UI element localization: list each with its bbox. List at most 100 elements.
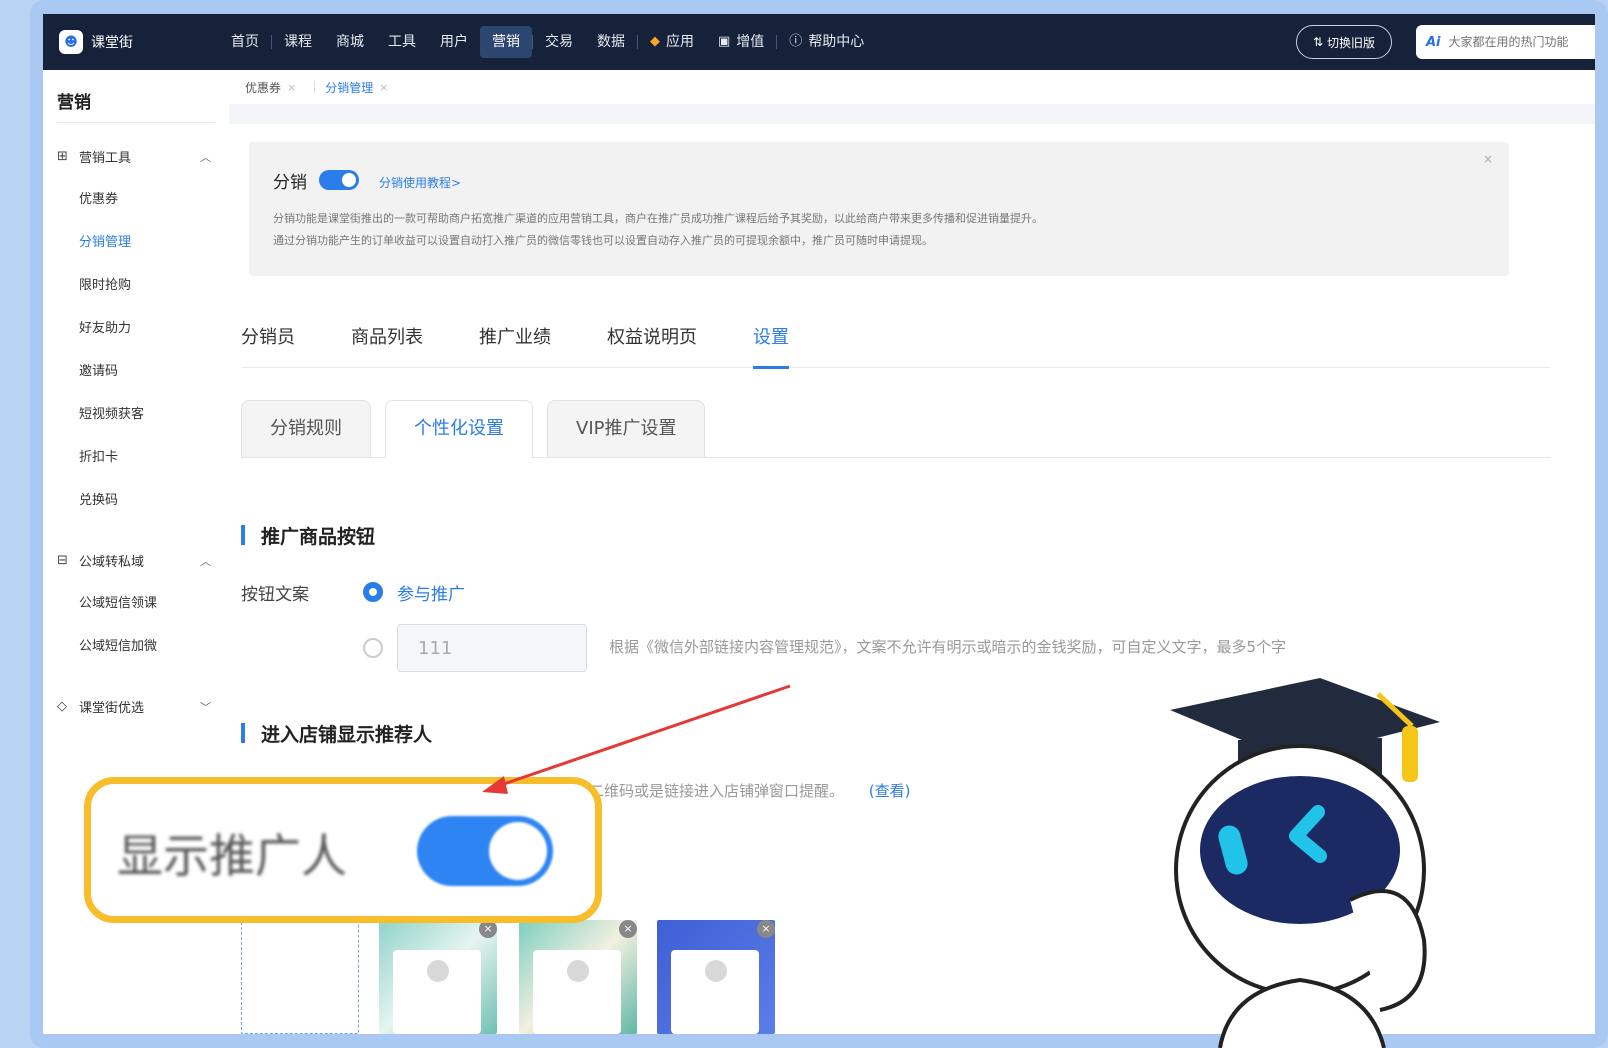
nav-tools[interactable]: 工具 bbox=[376, 26, 428, 58]
mascot-body bbox=[1218, 977, 1386, 1048]
sidebar-group-label: 课堂街优选 bbox=[79, 701, 145, 716]
sidebar-group-selection[interactable]: ◇ 课堂街优选 ﹀ bbox=[43, 685, 229, 728]
nav-help-label: 帮助中心 bbox=[808, 34, 865, 50]
chevron-down-icon: ﹀ bbox=[200, 700, 211, 714]
crumb-label: 优惠券 bbox=[245, 80, 282, 95]
intro-description: 分销功能是课堂街推出的一款可帮助商户拓宽推广渠道的应用营销工具，商户在推广员成功… bbox=[273, 208, 1473, 252]
radio-default-copy[interactable] bbox=[363, 582, 383, 602]
section-title: 进入店铺显示推荐人 bbox=[241, 720, 432, 747]
distribution-toggle[interactable] bbox=[319, 170, 359, 190]
view-link[interactable]: (查看) bbox=[869, 782, 911, 800]
intro-desc-line: 通过分销功能产生的订单收益可以设置自动打入推广员的微信零钱也可以设置自动存入推广… bbox=[273, 234, 933, 247]
nav-home[interactable]: 首页 bbox=[219, 26, 271, 58]
tab-product-list[interactable]: 商品列表 bbox=[351, 320, 423, 368]
switch-old-version-button[interactable]: ⇅ 切换旧版 bbox=[1296, 25, 1392, 59]
sidebar-title: 营销 bbox=[57, 93, 91, 113]
help-circle-icon: ⓘ bbox=[789, 34, 803, 49]
avatar bbox=[567, 960, 589, 982]
chart-icon: ▣ bbox=[718, 34, 731, 49]
main-nav: 首页 课程 商城 工具 用户 营销 交易 数据 ◆ 应用 ▣ 增值 ⓘ 帮助中心 bbox=[219, 14, 876, 70]
crumb-coupon[interactable]: 优惠券 × bbox=[245, 79, 296, 96]
diamond-icon: ◇ bbox=[57, 699, 67, 714]
sidebar-group-marketing-tools[interactable]: ⊞ 营销工具 ︿ bbox=[43, 135, 229, 178]
brand-logo[interactable]: ☻ 课堂街 bbox=[59, 30, 219, 54]
subtab-vip[interactable]: VIP推广设置 bbox=[547, 400, 706, 457]
close-icon[interactable]: × bbox=[619, 920, 637, 938]
sidebar-group-public-to-private[interactable]: ⊟ 公域转私域 ︿ bbox=[43, 539, 229, 582]
tab-distributors[interactable]: 分销员 bbox=[241, 320, 295, 368]
tab-benefits-page[interactable]: 权益说明页 bbox=[607, 320, 697, 368]
intro-desc-line: 分销功能是课堂街推出的一款可帮助商户拓宽推广渠道的应用营销工具，商户在推广员成功… bbox=[273, 212, 1043, 225]
crumb-distribution[interactable]: 分销管理 × bbox=[325, 79, 388, 96]
nav-apps-label: 应用 bbox=[666, 34, 694, 50]
poster-card bbox=[393, 950, 481, 1034]
subtab-personalize[interactable]: 个性化设置 bbox=[385, 400, 533, 458]
section-title: 推广商品按钮 bbox=[241, 522, 375, 549]
nav-users[interactable]: 用户 bbox=[428, 26, 480, 58]
nav-course[interactable]: 课程 bbox=[272, 26, 324, 58]
poster-thumbnail[interactable]: × bbox=[519, 920, 637, 1034]
tab-settings[interactable]: 设置 bbox=[753, 320, 789, 369]
sidebar-item-sms-course[interactable]: 公域短信领课 bbox=[43, 582, 229, 625]
ai-search-box[interactable]: Ai bbox=[1416, 25, 1595, 59]
add-poster-slot[interactable] bbox=[241, 920, 359, 1034]
chevron-up-icon: ︿ bbox=[200, 554, 211, 568]
sidebar-item-short-video[interactable]: 短视频获客 bbox=[43, 393, 229, 436]
radio-custom-copy[interactable] bbox=[363, 638, 383, 658]
brand-name: 课堂街 bbox=[91, 35, 133, 51]
sidebar-group-label: 营销工具 bbox=[79, 151, 132, 166]
intro-title: 分销 bbox=[273, 173, 307, 193]
sidebar-item-friend-help[interactable]: 好友助力 bbox=[43, 307, 229, 350]
poster-thumbnail[interactable]: × bbox=[379, 920, 497, 1034]
cube-icon: ◆ bbox=[650, 34, 660, 49]
nav-mall[interactable]: 商城 bbox=[324, 26, 376, 58]
copy-hint: 根据《微信外部链接内容管理规范》，文案不允许有明示或暗示的金钱奖励，可自定义文字… bbox=[609, 638, 1287, 656]
button-copy-label: 按钮文案 bbox=[241, 585, 309, 605]
sidebar-item-distribution[interactable]: 分销管理 bbox=[43, 221, 229, 264]
tutorial-link[interactable]: 分销使用教程> bbox=[379, 174, 461, 191]
nav-help[interactable]: ⓘ 帮助中心 bbox=[777, 26, 876, 58]
avatar bbox=[705, 960, 727, 982]
logo-icon: ☻ bbox=[59, 30, 83, 54]
crumb-divider bbox=[314, 81, 316, 93]
crumb-label: 分销管理 bbox=[325, 80, 374, 95]
main-tabs: 分销员 商品列表 推广业绩 权益说明页 设置 bbox=[241, 320, 1551, 369]
nav-value-added[interactable]: ▣ 增值 bbox=[706, 26, 776, 58]
show-promoter-toggle[interactable] bbox=[417, 816, 553, 886]
close-icon[interactable]: × bbox=[287, 81, 296, 94]
close-icon[interactable]: × bbox=[1483, 152, 1493, 166]
nav-trade[interactable]: 交易 bbox=[533, 26, 585, 58]
show-promoter-label: 显示推广人 bbox=[117, 829, 347, 883]
mascot-illustration bbox=[1170, 678, 1440, 1048]
breadcrumb-tabs: 优惠券 × 分销管理 × bbox=[229, 70, 1595, 104]
poster-card bbox=[533, 950, 621, 1034]
recommender-hint: 二维码或是链接进入店铺弹窗口提醒。 (查看) bbox=[589, 780, 911, 801]
poster-thumbnail[interactable]: × bbox=[657, 920, 775, 1034]
close-icon[interactable]: × bbox=[379, 81, 388, 94]
sidebar-group-label: 公域转私域 bbox=[79, 555, 145, 570]
subtab-rules[interactable]: 分销规则 bbox=[241, 400, 371, 457]
cap-tassel bbox=[1402, 726, 1418, 782]
sidebar-item-sms-wechat[interactable]: 公域短信加微 bbox=[43, 625, 229, 668]
gift-icon: ⊞ bbox=[57, 149, 68, 164]
close-icon[interactable]: × bbox=[757, 920, 775, 938]
sidebar-item-coupon[interactable]: 优惠券 bbox=[43, 178, 229, 221]
sidebar-item-flash-sale[interactable]: 限时抢购 bbox=[43, 264, 229, 307]
nav-data[interactable]: 数据 bbox=[585, 26, 637, 58]
switch-old-label: 切换旧版 bbox=[1327, 35, 1376, 50]
tab-performance[interactable]: 推广业绩 bbox=[479, 320, 551, 368]
recommender-hint-text: 二维码或是链接进入店铺弹窗口提醒。 bbox=[589, 782, 845, 800]
avatar bbox=[427, 960, 449, 982]
nav-marketing[interactable]: 营销 bbox=[480, 26, 532, 58]
nav-apps[interactable]: ◆ 应用 bbox=[638, 26, 706, 58]
zoom-callout: 显示推广人 bbox=[84, 777, 602, 923]
settings-subtabs: 分销规则 个性化设置 VIP推广设置 bbox=[241, 400, 1551, 458]
custom-copy-input[interactable] bbox=[397, 624, 587, 672]
sidebar-item-invite-code[interactable]: 邀请码 bbox=[43, 350, 229, 393]
search-input[interactable] bbox=[1448, 35, 1595, 49]
switch-icon: ⇅ bbox=[1312, 35, 1324, 49]
sidebar-item-discount-card[interactable]: 折扣卡 bbox=[43, 436, 229, 479]
distribution-intro-panel: 分销 分销使用教程> × 分销功能是课堂街推出的一款可帮助商户拓宽推广渠道的应用… bbox=[249, 142, 1509, 276]
sidebar-item-redeem-code[interactable]: 兑换码 bbox=[43, 479, 229, 522]
ai-icon: Ai bbox=[1426, 34, 1441, 50]
